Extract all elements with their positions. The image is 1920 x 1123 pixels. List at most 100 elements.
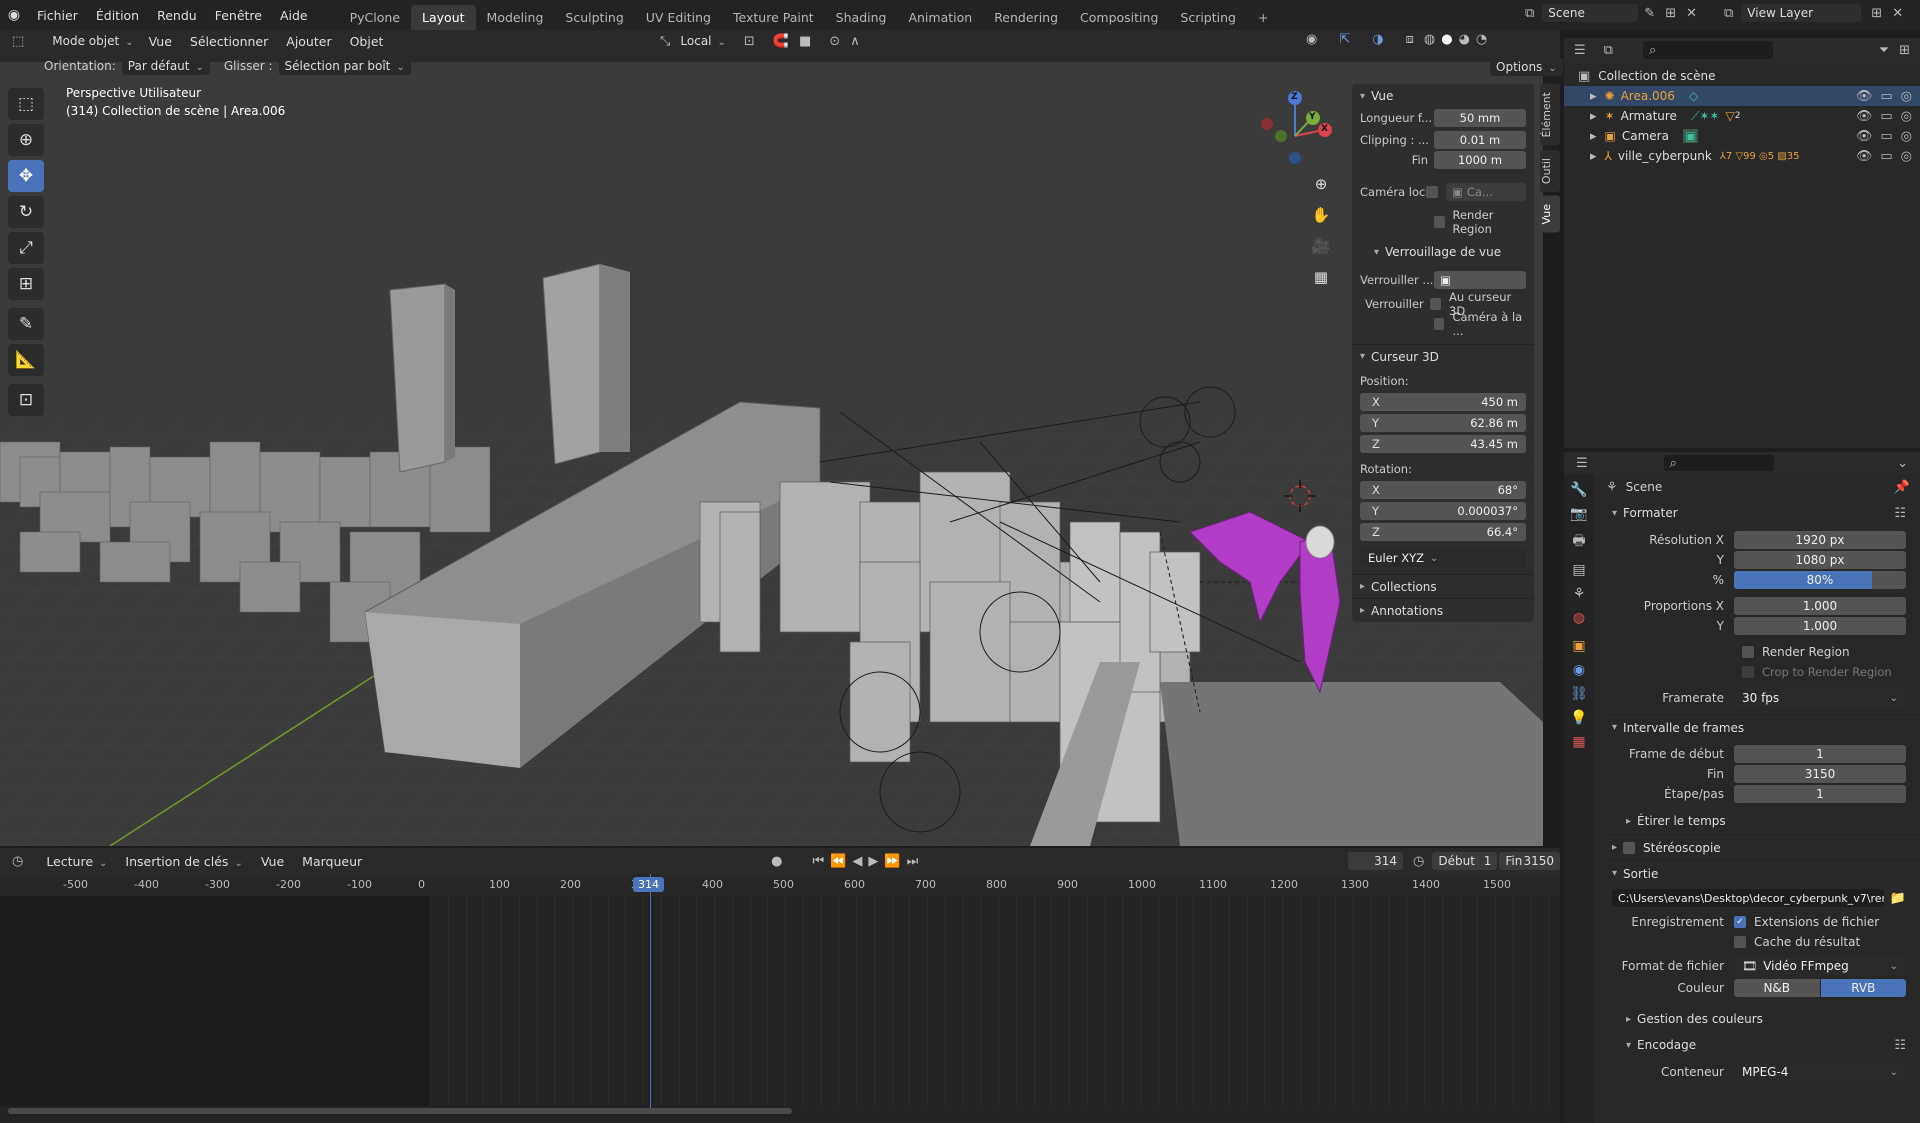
frame-start-field[interactable]: 1: [1734, 745, 1906, 763]
scene-name[interactable]: Scene: [1542, 4, 1639, 22]
frame-step-field[interactable]: 1: [1734, 785, 1906, 803]
menu-playback[interactable]: Lecture: [37, 854, 116, 869]
next-keyframe-icon[interactable]: ⏩: [884, 854, 900, 869]
cursor-x-field[interactable]: X 450 m: [1360, 393, 1526, 411]
folder-icon[interactable]: 📁: [1890, 891, 1906, 906]
eye-icon[interactable]: 👁: [1856, 109, 1873, 124]
properties-search-input[interactable]: ⌕: [1663, 455, 1774, 471]
collections-section-header[interactable]: ▸ Collections: [1352, 574, 1534, 598]
render-camera-icon[interactable]: ◎: [1901, 89, 1912, 104]
container-dropdown[interactable]: MPEG-4: [1734, 1063, 1906, 1081]
encoding-section-header[interactable]: ▾ Encodage ☷: [1602, 1032, 1920, 1058]
texture-tab-icon[interactable]: ▦: [1564, 734, 1594, 750]
render-tab-icon[interactable]: 📷: [1564, 506, 1594, 522]
menu-keying[interactable]: Insertion de clés: [116, 854, 251, 869]
navigation-gizmo[interactable]: Z X Y: [1255, 88, 1335, 168]
new-view-layer-icon[interactable]: ⊞: [1871, 6, 1882, 21]
rotation-mode-dropdown[interactable]: Euler XYZ: [1360, 549, 1526, 567]
falloff-icon[interactable]: ∧: [850, 34, 860, 49]
tab-tool[interactable]: Outil: [1540, 149, 1560, 192]
view-layer-name[interactable]: View Layer: [1741, 4, 1862, 22]
prev-keyframe-icon[interactable]: ⏪: [830, 854, 846, 869]
tab-scripting[interactable]: Scripting: [1169, 5, 1247, 30]
eye-icon[interactable]: 👁: [1856, 89, 1873, 104]
expand-icon[interactable]: ▸: [1590, 129, 1597, 144]
object-tab-icon[interactable]: ▣: [1564, 638, 1594, 654]
timeline-scrollbar[interactable]: [8, 1108, 792, 1114]
end-frame-field[interactable]: Fin 3150: [1499, 852, 1561, 870]
solid-shading-icon[interactable]: ●: [1441, 32, 1452, 47]
tool-tab-icon[interactable]: 🔧: [1564, 482, 1594, 498]
render-camera-icon[interactable]: ◎: [1901, 129, 1912, 144]
outliner-item-camera[interactable]: ▸ ▣ Camera ▣ 👁 ▭ ◎: [1564, 126, 1920, 146]
monitor-icon[interactable]: ▭: [1880, 89, 1892, 104]
tab-sculpting[interactable]: Sculpting: [554, 5, 634, 30]
menu-render[interactable]: Rendu: [148, 8, 206, 23]
delete-view-layer-icon[interactable]: ✕: [1892, 6, 1903, 21]
play-icon[interactable]: ▶: [868, 854, 878, 869]
cursor-tool-icon[interactable]: ⊕: [8, 124, 44, 156]
timeline-track-area[interactable]: [430, 896, 1560, 1106]
framerate-dropdown[interactable]: 30 fps: [1734, 689, 1906, 707]
expand-icon[interactable]: ▸: [1590, 149, 1597, 164]
menu-select[interactable]: Sélectionner: [181, 34, 277, 49]
tab-view[interactable]: Vue: [1540, 195, 1560, 233]
transform-tool-icon[interactable]: ⊞: [8, 268, 44, 300]
display-mode-icon[interactable]: ⧉: [1604, 43, 1613, 58]
view-layer-selector[interactable]: ⧉ View Layer ⊞ ✕: [1724, 4, 1903, 22]
tab-rendering[interactable]: Rendering: [983, 5, 1069, 30]
file-extensions-checkbox[interactable]: ✓: [1734, 916, 1746, 928]
res-pct-slider[interactable]: 80%: [1734, 571, 1906, 589]
rotation-y-field[interactable]: Y 0.000037°: [1360, 502, 1526, 520]
tab-shading[interactable]: Shading: [825, 5, 898, 30]
cursor-z-field[interactable]: Z 43.45 m: [1360, 435, 1526, 453]
monitor-icon[interactable]: ▭: [1880, 149, 1892, 164]
aspect-y-field[interactable]: 1.000: [1734, 617, 1906, 635]
scale-tool-icon[interactable]: ⤢: [8, 232, 44, 264]
measure-tool-icon[interactable]: 📐: [8, 344, 44, 376]
view-section-header[interactable]: ▾ Vue: [1352, 84, 1534, 108]
pan-hand-icon[interactable]: ✋: [1307, 201, 1335, 229]
tab-layout[interactable]: Layout: [411, 5, 476, 30]
cursor-y-field[interactable]: Y 62.86 m: [1360, 414, 1526, 432]
current-frame-field[interactable]: 314: [1348, 852, 1403, 870]
local-camera-field[interactable]: ▣ Ca...: [1446, 183, 1526, 201]
stereoscopy-section-header[interactable]: ▸ Stéréoscopie: [1602, 834, 1920, 860]
physics-tab-icon[interactable]: ◉: [1564, 662, 1594, 678]
view-lock-section-header[interactable]: ▾ Verrouillage de vue: [1352, 240, 1534, 264]
output-tab-icon[interactable]: 🖶: [1564, 530, 1594, 554]
color-management-section-header[interactable]: ▸ Gestion des couleurs: [1602, 1006, 1920, 1032]
outliner-item-ville[interactable]: ▸ ⅄ ville_cyberpunk ⅄7 ▽99 ◎5 ▨35 👁 ▭ ◎: [1564, 146, 1920, 166]
file-format-dropdown[interactable]: 🎞 Vidéo FFmpeg: [1734, 957, 1906, 975]
render-camera-icon[interactable]: ◎: [1901, 149, 1912, 164]
filter-icon[interactable]: ⏷: [1879, 43, 1889, 58]
output-section-header[interactable]: ▾ Sortie: [1602, 860, 1920, 886]
res-y-field[interactable]: 1080 px: [1734, 551, 1906, 569]
rendered-shading-icon[interactable]: ◔: [1476, 32, 1487, 47]
jump-end-icon[interactable]: ⏭: [907, 854, 919, 869]
clip-start-field[interactable]: 0.01 m: [1434, 131, 1526, 149]
material-shading-icon[interactable]: ◕: [1459, 32, 1470, 47]
snap-icon[interactable]: 🧲: [773, 34, 789, 49]
menu-marker[interactable]: Marqueur: [293, 854, 371, 869]
camera-view-icon[interactable]: 🎥: [1307, 232, 1335, 260]
select-box-icon[interactable]: ⬚: [8, 88, 44, 120]
frame-end-field[interactable]: 3150: [1734, 765, 1906, 783]
pin-icon[interactable]: ✎: [1644, 6, 1655, 21]
new-scene-icon[interactable]: ⊞: [1665, 6, 1676, 21]
editor-type-icon[interactable]: ⬚: [12, 34, 24, 49]
menu-add[interactable]: Ajouter: [277, 34, 340, 49]
time-stretch-section-header[interactable]: ▸ Étirer le temps: [1602, 808, 1920, 834]
render-region-checkbox[interactable]: [1742, 646, 1754, 658]
outliner-editor-icon[interactable]: ☰: [1574, 43, 1586, 58]
lock-cursor-checkbox[interactable]: [1429, 298, 1442, 310]
stereoscopy-checkbox[interactable]: [1623, 841, 1636, 854]
overlay-toggle-icon[interactable]: ◑: [1372, 32, 1383, 47]
outliner-root[interactable]: ▣ Collection de scène: [1564, 66, 1920, 86]
tab-compositing[interactable]: Compositing: [1069, 5, 1169, 30]
blender-logo-icon[interactable]: ◉: [0, 7, 28, 23]
gizmo-toggle-icon[interactable]: ⇱: [1339, 32, 1350, 47]
delete-scene-icon[interactable]: ✕: [1686, 6, 1697, 21]
lock-object-field[interactable]: ▣: [1434, 271, 1526, 289]
scene-selector[interactable]: ⧉ Scene ✎ ⊞ ✕: [1525, 4, 1697, 22]
